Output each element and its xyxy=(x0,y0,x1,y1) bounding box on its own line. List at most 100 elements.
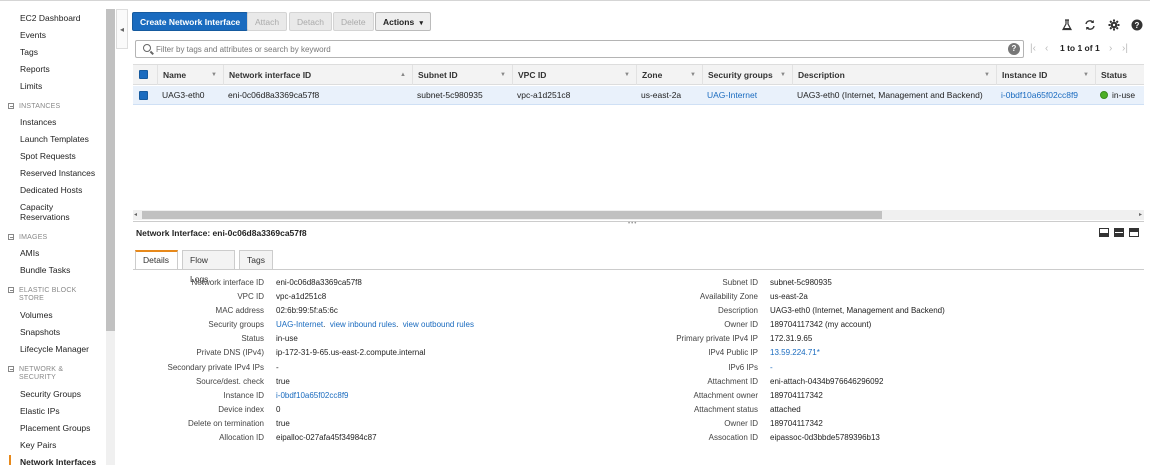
refresh-icon[interactable] xyxy=(1084,19,1096,31)
public-ip-link[interactable]: 13.59.224.71* xyxy=(770,348,820,357)
label-secondary-ipv4: Secondary private IPv4 IPs xyxy=(167,363,265,372)
sidebar-item-network-interfaces[interactable]: Network Interfaces xyxy=(20,457,96,465)
table-header: Name ▼ Network interface ID ▲ Subnet ID ▼ V… xyxy=(133,64,1144,85)
sidebar-item-amis[interactable]: AMIs xyxy=(20,248,39,258)
sidebar-section-instances[interactable]: INSTANCES xyxy=(8,103,79,112)
column-header-zone[interactable]: Zone ▼ xyxy=(636,65,702,85)
sidebar-item-instances[interactable]: Instances xyxy=(20,117,56,127)
sidebar-section-images[interactable]: IMAGES xyxy=(8,234,79,243)
collapse-minus-icon xyxy=(8,234,14,240)
collapse-sidebar-button[interactable]: ◂ xyxy=(116,9,128,49)
value-ipv4-public-ip: 13.59.224.71* xyxy=(770,348,820,358)
status-ok-icon xyxy=(1100,91,1108,99)
column-header-description[interactable]: Description ▼ xyxy=(792,65,996,85)
sidebar-item-key-pairs[interactable]: Key Pairs xyxy=(20,440,56,450)
first-page-icon[interactable]: |‹ xyxy=(1030,42,1036,56)
instance-id-link[interactable]: i-0bdf10a65f02cc8f9 xyxy=(276,391,349,400)
sidebar-section-ebs[interactable]: ELASTIC BLOCK STORE xyxy=(8,287,79,303)
tab-flow-logs[interactable]: Flow Logs xyxy=(182,250,235,284)
column-header-instance[interactable]: Instance ID ▼ xyxy=(996,65,1095,85)
prev-page-icon[interactable]: ‹ xyxy=(1045,42,1048,56)
label-ipv6-ips: IPv6 IPs xyxy=(728,363,758,372)
view-inbound-rules-link[interactable]: view inbound rules xyxy=(330,320,396,329)
sidebar-item-ec2-dashboard[interactable]: EC2 Dashboard xyxy=(20,13,80,23)
detach-button[interactable]: Detach xyxy=(289,12,332,31)
value-ipv6-ips: - xyxy=(770,363,773,373)
sidebar-item-reports[interactable]: Reports xyxy=(20,64,50,74)
horizontal-scrollbar[interactable]: ◂ ▸ xyxy=(133,210,1144,220)
search-icon xyxy=(143,44,151,52)
tab-details[interactable]: Details xyxy=(135,250,178,270)
chevron-down-icon: ▾ xyxy=(419,20,424,27)
sidebar-item-launch-templates[interactable]: Launch Templates xyxy=(20,134,89,144)
scrollbar-thumb[interactable] xyxy=(106,9,115,331)
sidebar-section-network-security[interactable]: NETWORK & SECURITY xyxy=(8,366,79,382)
sidebar-item-reserved-instances[interactable]: Reserved Instances xyxy=(20,168,95,178)
attach-button[interactable]: Attach xyxy=(247,12,288,31)
label-security-groups: Security groups xyxy=(208,320,264,329)
active-indicator xyxy=(9,455,11,465)
cell-security-groups-link[interactable]: UAG-Internet xyxy=(702,86,757,105)
label-allocation-id: Allocation ID xyxy=(219,433,264,442)
label-private-dns: Private DNS (IPv4) xyxy=(196,348,264,357)
filter-caret-icon: ▼ xyxy=(984,72,990,78)
delete-button[interactable]: Delete xyxy=(333,12,374,31)
gear-icon[interactable] xyxy=(1108,19,1120,31)
pane-split-icon[interactable] xyxy=(1114,228,1124,237)
cell-eni: eni-0c06d8a3369ca57f8 xyxy=(228,90,320,100)
ec2-console: EC2 Dashboard Events Tags Reports Limits… xyxy=(0,0,1150,465)
pane-splitter[interactable]: ••• xyxy=(133,221,1144,227)
column-header-subnet[interactable]: Subnet ID ▼ xyxy=(412,65,512,85)
security-group-link[interactable]: UAG-Internet xyxy=(276,320,323,329)
select-all-checkbox[interactable] xyxy=(139,70,148,79)
column-header-security-groups[interactable]: Security groups ▼ xyxy=(702,65,792,85)
sidebar-item-capacity-reservations[interactable]: Capacity Reservations xyxy=(20,202,90,222)
sidebar-item-bundle-tasks[interactable]: Bundle Tasks xyxy=(20,265,70,275)
value-source-dest-check: true xyxy=(276,377,290,386)
drag-handle-icon[interactable]: ••• xyxy=(628,221,637,227)
sidebar-item-events[interactable]: Events xyxy=(20,30,46,40)
sidebar-item-limits[interactable]: Limits xyxy=(20,81,42,91)
sidebar-item-spot-requests[interactable]: Spot Requests xyxy=(20,151,76,161)
help-icon[interactable]: ? xyxy=(1131,19,1143,31)
column-header-status[interactable]: Status xyxy=(1095,65,1144,85)
next-page-icon[interactable]: › xyxy=(1109,42,1112,56)
pane-top-icon[interactable] xyxy=(1129,228,1139,237)
column-header-vpc[interactable]: VPC ID ▼ xyxy=(512,65,636,85)
sidebar-item-elastic-ips[interactable]: Elastic IPs xyxy=(20,406,60,416)
column-header-eni[interactable]: Network interface ID ▲ xyxy=(223,65,412,85)
actions-label: Actions xyxy=(383,17,415,27)
table-row[interactable]: UAG3-eth0 eni-0c06d8a3369ca57f8 subnet-5… xyxy=(133,86,1144,105)
sidebar-item-tags[interactable]: Tags xyxy=(20,47,38,57)
column-label: Status xyxy=(1101,70,1127,80)
flask-icon[interactable] xyxy=(1061,19,1073,31)
cell-vpc: vpc-a1d251c8 xyxy=(517,90,571,100)
pane-bottom-icon[interactable] xyxy=(1099,228,1109,237)
view-outbound-rules-link[interactable]: view outbound rules xyxy=(403,320,474,329)
actions-button[interactable]: Actions ▾ xyxy=(375,12,432,31)
scroll-left-icon[interactable]: ◂ xyxy=(134,210,137,220)
sidebar-item-lifecycle-manager[interactable]: Lifecycle Manager xyxy=(20,344,89,354)
create-network-interface-button[interactable]: Create Network Interface xyxy=(132,12,249,31)
sidebar-scrollbar[interactable] xyxy=(106,9,115,465)
sidebar-item-volumes[interactable]: Volumes xyxy=(20,310,53,320)
sidebar-item-snapshots[interactable]: Snapshots xyxy=(20,327,60,337)
sidebar-item-security-groups[interactable]: Security Groups xyxy=(20,389,81,399)
last-page-icon[interactable]: ›| xyxy=(1122,42,1128,56)
sidebar-item-dedicated-hosts[interactable]: Dedicated Hosts xyxy=(20,185,82,195)
value-attachment-owner: 189704117342 xyxy=(770,391,823,400)
search-help-icon[interactable]: ? xyxy=(1008,43,1020,55)
row-checkbox[interactable] xyxy=(139,91,148,100)
search-bar[interactable]: ? xyxy=(135,40,1024,58)
column-header-name[interactable]: Name ▼ xyxy=(157,65,223,85)
tab-tags[interactable]: Tags xyxy=(239,250,273,270)
scrollbar-thumb[interactable] xyxy=(142,211,882,219)
sidebar-item-placement-groups[interactable]: Placement Groups xyxy=(20,423,90,433)
filter-caret-icon: ▼ xyxy=(211,72,217,78)
label-device-index: Device index xyxy=(218,405,264,414)
label-association-id: Assocation ID xyxy=(708,433,758,442)
scroll-right-icon[interactable]: ▸ xyxy=(1139,210,1142,220)
ipv6-link[interactable]: - xyxy=(770,363,773,372)
search-input[interactable] xyxy=(156,43,996,56)
cell-instance-link[interactable]: i-0bdf10a65f02cc8f9 xyxy=(996,86,1078,105)
